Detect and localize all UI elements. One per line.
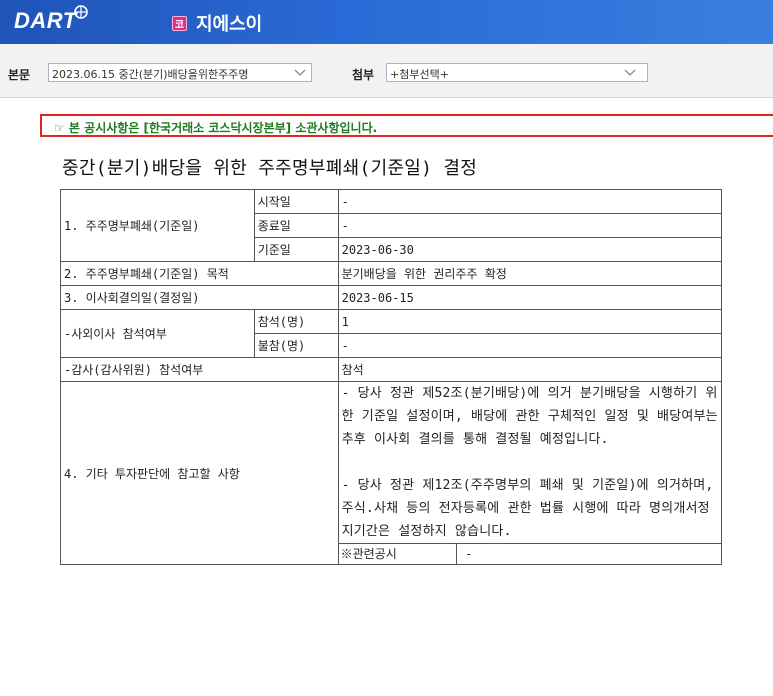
- kosdaq-badge: 코: [172, 15, 187, 31]
- row-label: 4. 기타 투자판단에 참고할 사항: [60, 381, 339, 565]
- attach-select-value: +첨부선택+: [390, 68, 449, 81]
- document-body: ☞ 본 공시사항은 [한국거래소 코스닥시장본부] 소관사항입니다. 중간(분기…: [0, 99, 773, 696]
- table-row: -사외이사 참석여부 참석(명) 1: [60, 309, 723, 358]
- chevron-down-icon: [294, 69, 306, 76]
- app-header: DART 코 지에스이: [0, 0, 773, 44]
- body-select-value: 2023.06.15 중간(분기)배당을위한주주명: [52, 68, 249, 81]
- related-value: -: [465, 547, 473, 561]
- document-toolbar: 본문 2023.06.15 중간(분기)배당을위한주주명 첨부 +첨부선택+: [0, 44, 773, 98]
- row-sublabel: 참석(명): [253, 309, 339, 334]
- body-label: 본문: [8, 68, 31, 82]
- row-value: -: [337, 189, 723, 214]
- row-value: 2023-06-30: [337, 237, 723, 262]
- row-sublabel: 기준일: [253, 237, 339, 262]
- row-value: -: [337, 333, 723, 358]
- row-value: 참석: [337, 357, 723, 382]
- remarks-cell: - 당사 정관 제52조(분기배당)에 의거 분기배당을 시행하기 위한 기준일…: [337, 381, 723, 544]
- table-row: 1. 주주명부폐쇄(기준일) 시작일 -: [60, 189, 723, 262]
- corp-name: 지에스이: [196, 14, 263, 35]
- dart-logo-text: DART: [14, 8, 77, 33]
- row-label: -감사(감사위원) 참석여부: [60, 357, 339, 382]
- row-label: 1. 주주명부폐쇄(기준일): [60, 189, 255, 262]
- related-disclosure-cell: ※관련공시 -: [337, 543, 723, 565]
- disclosure-table: 1. 주주명부폐쇄(기준일) 시작일 - 종료일 - 기준일 2023-06-3…: [60, 189, 723, 565]
- row-sublabel: 불참(명): [253, 333, 339, 358]
- dart-logo[interactable]: DART: [14, 5, 89, 34]
- related-label: ※관련공시: [338, 544, 458, 564]
- row-label: 2. 주주명부폐쇄(기준일) 목적: [60, 261, 339, 286]
- table-row: 2. 주주명부폐쇄(기준일) 목적 분기배당을 위한 권리주주 확정: [60, 261, 723, 286]
- corp-title: 코 지에스이: [172, 10, 262, 36]
- logo-spark-icon: [73, 5, 88, 19]
- chevron-down-icon: [624, 69, 636, 76]
- document-title: 중간(분기)배당을 위한 주주명부폐쇄(기준일) 결정: [62, 158, 478, 179]
- table-row: 3. 이사회결의일(결정일) 2023-06-15: [60, 285, 723, 310]
- table-row: 4. 기타 투자판단에 참고할 사항 - 당사 정관 제52조(분기배당)에 의…: [60, 381, 723, 565]
- table-row: -감사(감사위원) 참석여부 참석: [60, 357, 723, 382]
- remarks-paragraph: - 당사 정관 제12조(주주명부의 폐쇄 및 기준일)에 의거하며, 주식.사…: [341, 478, 714, 539]
- remarks-paragraph: - 당사 정관 제52조(분기배당)에 의거 분기배당을 시행하기 위한 기준일…: [341, 386, 718, 447]
- body-select[interactable]: 2023.06.15 중간(분기)배당을위한주주명: [48, 63, 312, 82]
- row-value: -: [337, 213, 723, 238]
- row-label: 3. 이사회결의일(결정일): [60, 285, 339, 310]
- row-sublabel: 시작일: [253, 189, 339, 214]
- row-value: 2023-06-15: [337, 285, 723, 310]
- row-label: -사외이사 참석여부: [60, 309, 255, 358]
- jurisdiction-notice: ☞ 본 공시사항은 [한국거래소 코스닥시장본부] 소관사항입니다.: [40, 114, 773, 137]
- row-value: 분기배당을 위한 권리주주 확정: [337, 261, 723, 286]
- row-sublabel: 종료일: [253, 213, 339, 238]
- attach-label: 첨부: [352, 68, 375, 82]
- row-value: 1: [337, 309, 723, 334]
- attach-select[interactable]: +첨부선택+: [386, 63, 648, 82]
